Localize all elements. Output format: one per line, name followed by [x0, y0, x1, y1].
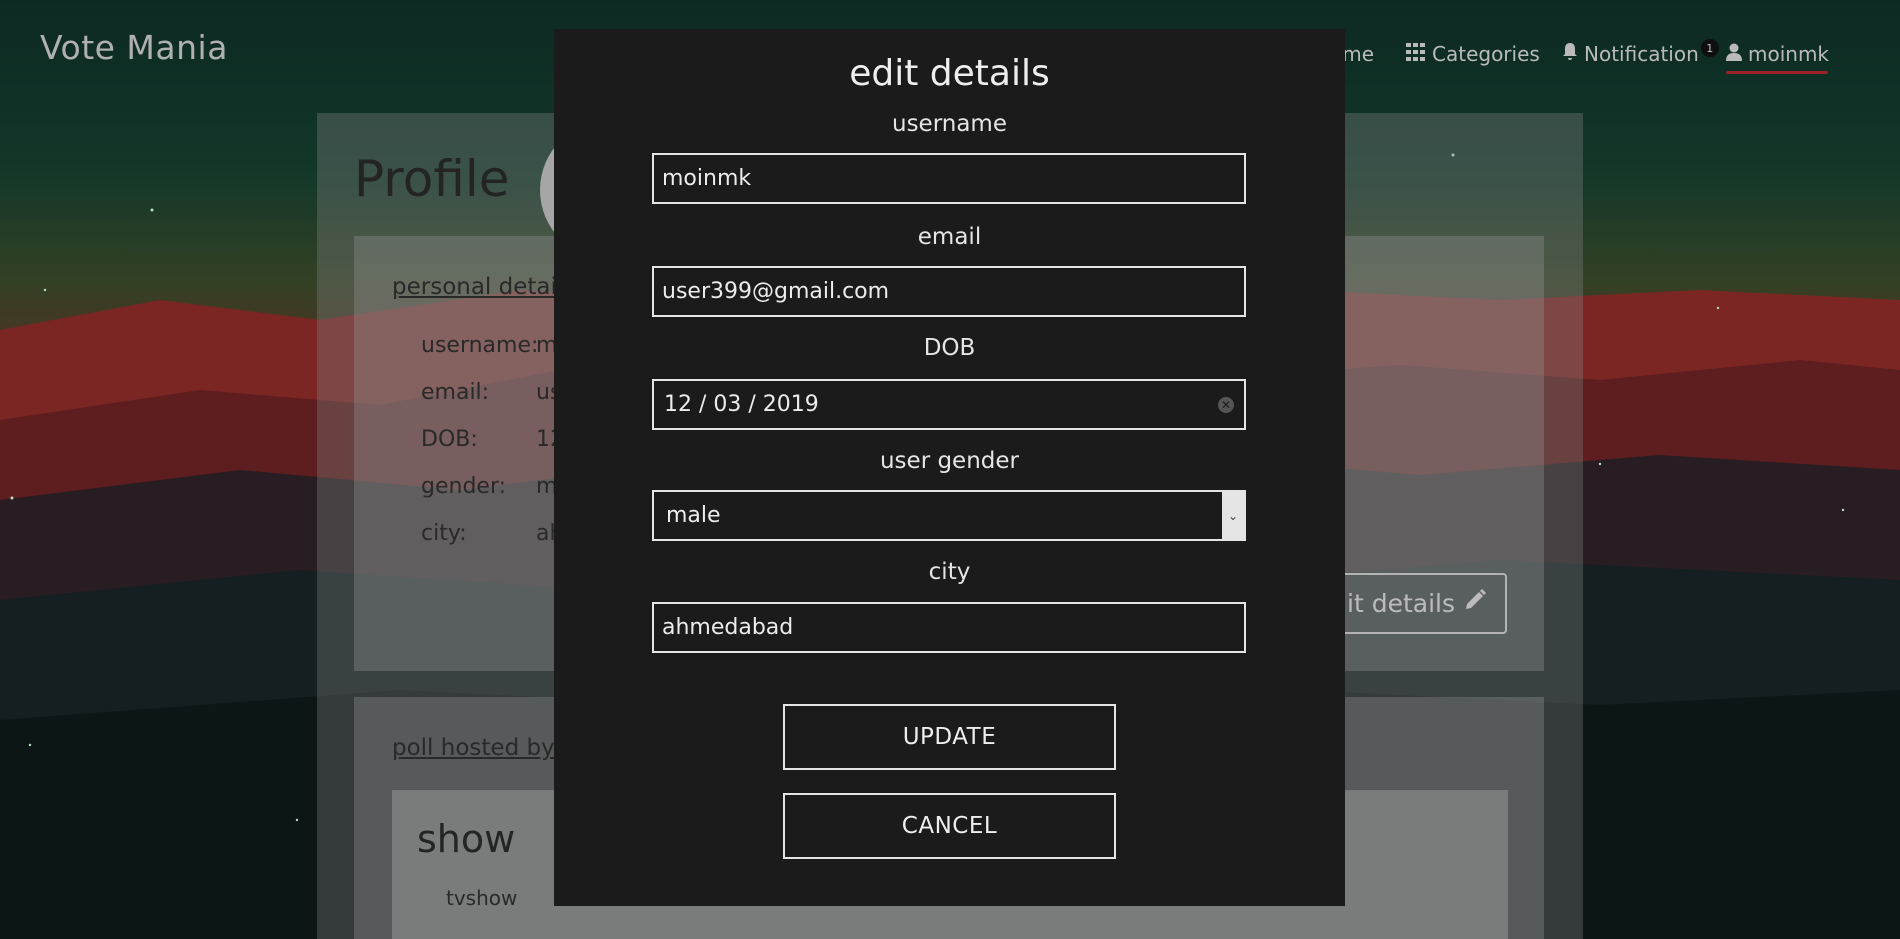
cancel-button[interactable]: CANCEL	[783, 793, 1116, 859]
chevron-down-icon[interactable]: ⌄	[1222, 492, 1244, 539]
gender-selected-value: male	[666, 503, 721, 528]
update-button[interactable]: UPDATE	[783, 704, 1116, 770]
dob-label: DOB	[923, 335, 976, 361]
dob-input[interactable]: 12 / 03 / 2019 ✕	[652, 379, 1246, 430]
username-input[interactable]	[652, 153, 1246, 204]
username-label: username	[892, 111, 1007, 137]
dob-value: 12 / 03 / 2019	[664, 392, 819, 417]
city-input[interactable]	[652, 602, 1246, 653]
modal-title: edit details	[849, 53, 1050, 94]
gender-label: user gender	[879, 448, 1019, 474]
clear-date-icon[interactable]: ✕	[1218, 396, 1234, 413]
city-label: city	[928, 559, 971, 585]
email-input[interactable]	[652, 266, 1246, 317]
gender-select[interactable]: male ⌄	[652, 490, 1246, 541]
email-label: email	[917, 224, 982, 250]
edit-details-modal: edit details username email DOB 12 / 03 …	[554, 29, 1345, 906]
